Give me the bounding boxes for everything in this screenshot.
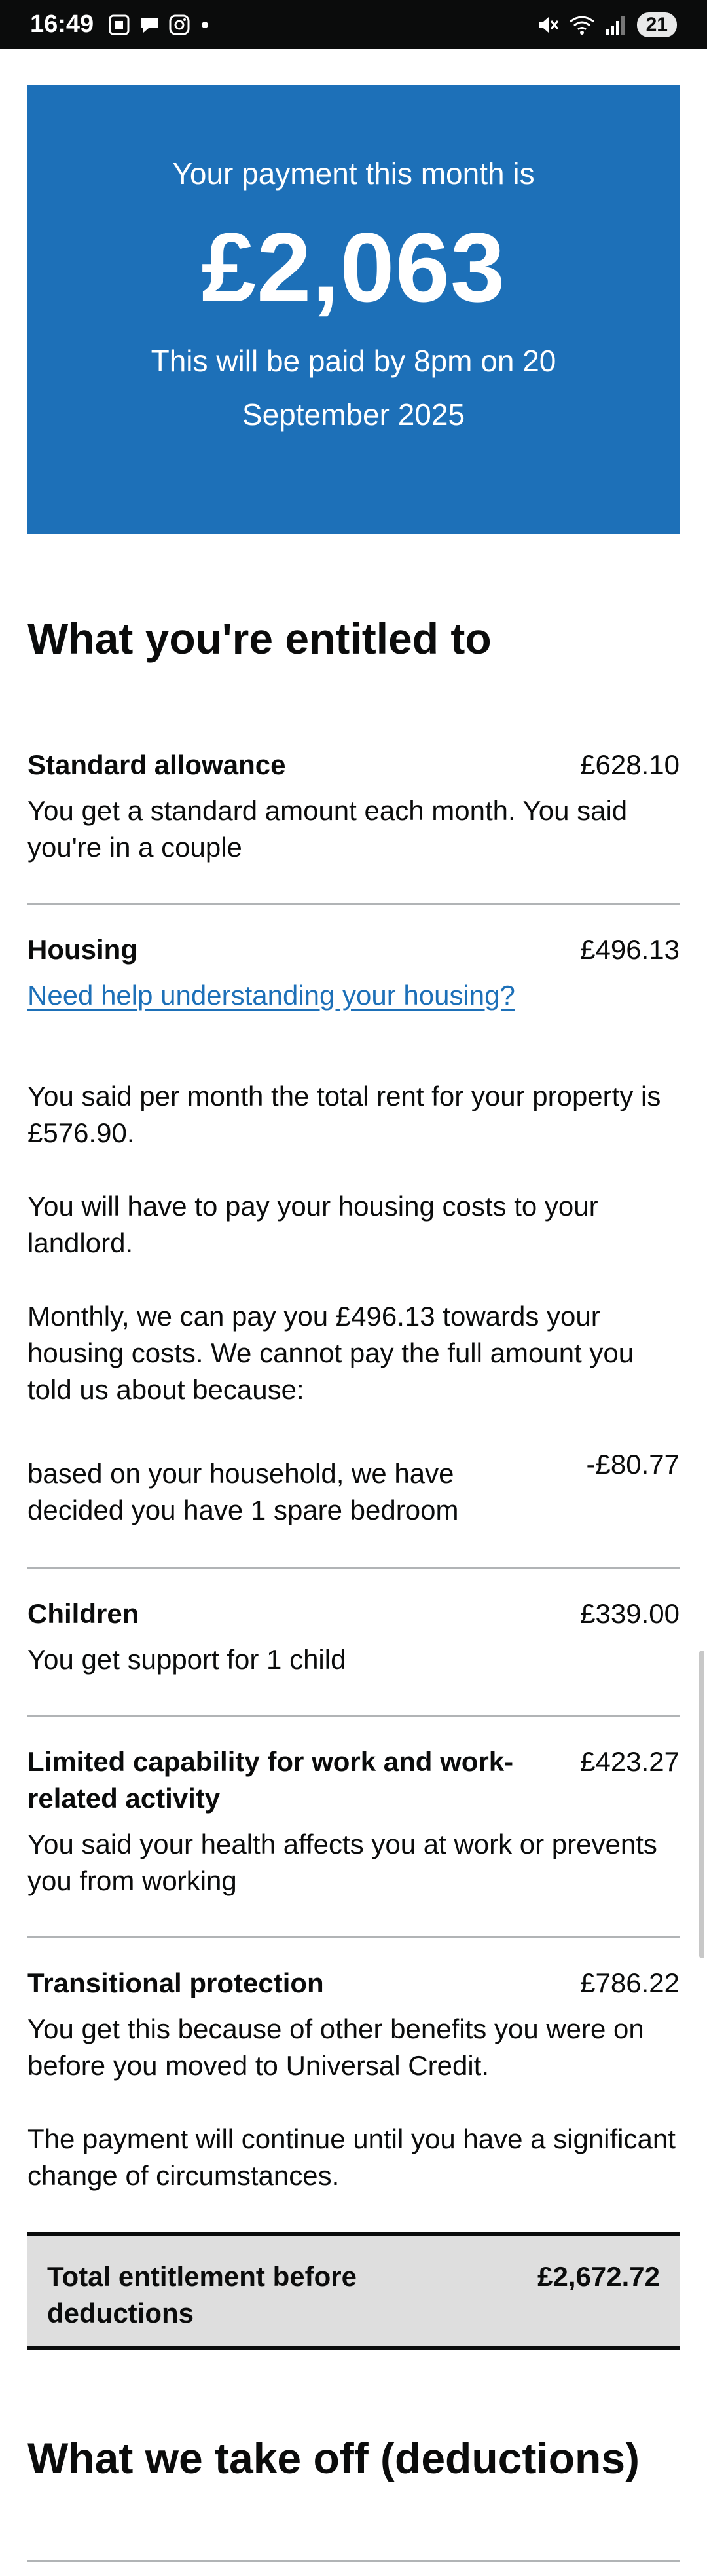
total-entitlement-amount: £2,672.72 [537, 2261, 660, 2292]
standard-allowance-title: Standard allowance [27, 749, 286, 780]
transitional-desc-2: The payment will continue until you have… [27, 2123, 676, 2191]
housing-monthly-text: Monthly, we can pay you £496.13 towards … [27, 1301, 634, 1405]
housing-help-link-wrap: Need help understanding your housing? [27, 977, 680, 1014]
payment-panel: Your payment this month is £2,063 This w… [27, 85, 680, 534]
lcwra-desc: You said your health affects you at work… [27, 1829, 657, 1896]
housing-reduction-text: based on your household, we have decided… [27, 1458, 459, 1525]
signal-icon [605, 16, 625, 35]
payment-amount: £2,063 [201, 212, 506, 322]
deductions-heading: What we take off (deductions) [27, 2434, 640, 2482]
housing-rent-text: You said per month the total rent for yo… [27, 1081, 661, 1148]
chat-icon [141, 17, 158, 33]
transitional-amount: £786.22 [580, 1968, 680, 1998]
housing-amount: £496.13 [580, 934, 680, 965]
dot-icon [202, 21, 209, 28]
scrollbar-thumb[interactable] [699, 1651, 704, 1958]
divider [27, 1715, 680, 1717]
transitional-title: Transitional protection [27, 1968, 324, 1998]
housing-reduction-amount: -£80.77 [586, 1449, 680, 1480]
entitled-heading: What you're entitled to [27, 614, 492, 663]
children-desc: You get support for 1 child [27, 1644, 346, 1675]
screenshot-icon [109, 14, 130, 35]
lcwra-amount: £423.27 [580, 1746, 680, 1777]
lcwra-title: Limited capability for work and work-rel… [27, 1746, 514, 1814]
total-entitlement-label: Total entitlement before deductions [47, 2261, 357, 2328]
payment-intro: Your payment this month is [172, 157, 535, 191]
divider [27, 2560, 680, 2562]
total-entitlement-box: Total entitlement before deductions £2,6… [27, 2232, 680, 2350]
status-time: 16:49 [30, 10, 94, 38]
divider [27, 1567, 680, 1569]
battery-indicator: 21 [636, 12, 677, 37]
instagram-icon [169, 14, 190, 35]
standard-allowance-desc: You get a standard amount each month. Yo… [27, 795, 628, 863]
divider [27, 1936, 680, 1938]
wifi-icon [569, 16, 594, 35]
payment-date: This will be paid by 8pm on 20 September… [151, 344, 556, 432]
mute-icon [538, 16, 558, 33]
housing-landlord-text: You will have to pay your housing costs … [27, 1191, 598, 1258]
housing-help-link[interactable]: Need help understanding your housing? [27, 980, 515, 1011]
children-title: Children [27, 1598, 139, 1629]
children-amount: £339.00 [580, 1598, 680, 1629]
status-bar: 16:49 21 [0, 0, 707, 49]
divider [27, 903, 680, 905]
transitional-desc: You get this because of other benefits y… [27, 2013, 644, 2081]
standard-allowance-amount: £628.10 [580, 749, 680, 780]
housing-title: Housing [27, 934, 137, 965]
